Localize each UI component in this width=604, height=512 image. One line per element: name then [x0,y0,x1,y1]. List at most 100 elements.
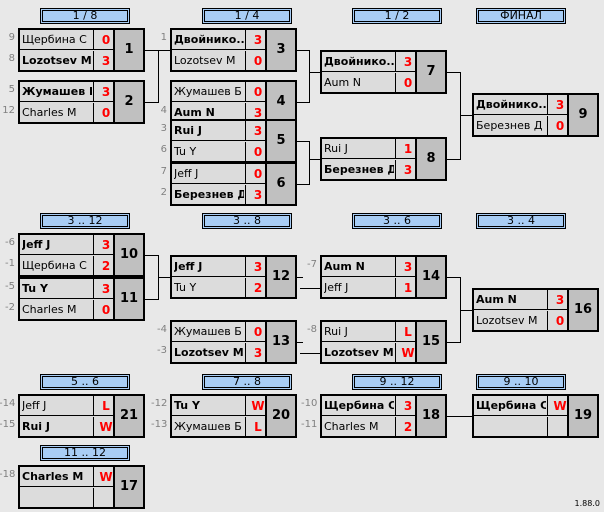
player-name[interactable]: Tu Y [174,278,244,298]
match-15[interactable]: Rui J L Lozotsev M W 15 [320,320,447,364]
match-11[interactable]: Tu Y 3 Charles M 0 11 [18,277,145,321]
player-name[interactable]: Щербина С [476,396,546,416]
match-17[interactable]: Charles M W 17 [18,465,145,509]
player-row[interactable]: Charles M2 [322,417,419,437]
player-row[interactable]: Jeff J1 [322,278,419,298]
match-8[interactable]: Rui J 1 Березнев Д38 [320,137,447,181]
match-6[interactable]: Jeff J 0 Березнев Д36 [170,162,297,206]
match-7[interactable]: Двойнико... 3 Aum N07 [320,50,447,94]
player-name[interactable]: Lozotsev M [324,343,394,363]
player-row[interactable]: Tu Y0 [172,142,269,162]
player-name[interactable]: Rui J [324,139,394,159]
match-1[interactable]: Щербина С 0 Lozotsev M31 [18,28,145,72]
player-row[interactable]: Charles M0 [20,103,117,123]
player-row[interactable]: Щербина С0 [20,30,117,50]
player-row[interactable]: Aum N3 [474,290,571,310]
player-row[interactable]: Жумашев БL [172,417,269,437]
player-row[interactable]: Rui J3 [172,121,269,141]
match-12[interactable]: Jeff J 3 Tu Y 2 12 [170,255,297,299]
match-9[interactable]: Двойнико... 3 Березнев Д09 [472,93,599,137]
player-name[interactable]: Lozotsev M [22,51,92,71]
player-row[interactable]: Lozotsev M3 [172,343,269,363]
match-10[interactable]: Jeff J 3 Щербина С 2 10 [18,233,145,277]
player-name[interactable]: Жумашев Б [174,322,244,342]
player-name[interactable]: Двойнико... [476,95,546,115]
player-name[interactable]: Tu Y [174,396,244,416]
player-row[interactable]: Lozotsev MW [322,343,419,363]
match-13[interactable]: Жумашев Б 0 Lozotsev M 3 13 [170,320,297,364]
match-4[interactable]: Жумашев Б 0 Aum N34 [170,80,297,124]
player-name[interactable]: Charles M [22,467,92,487]
player-row[interactable] [20,488,117,508]
player-name[interactable]: Двойнико... [174,30,244,50]
match-20[interactable]: Tu Y W Жумашев Б L 20 [170,394,297,438]
player-name[interactable]: Aum N [476,290,546,310]
player-row[interactable]: Aum N3 [322,257,419,277]
player-name[interactable]: Щербина С [324,396,394,416]
match-2[interactable]: Жумашев Б 3 Charles M02 [18,80,145,124]
player-name[interactable] [476,417,546,437]
player-row[interactable]: Lozotsev M0 [474,311,571,331]
player-name[interactable]: Jeff J [174,257,244,277]
player-name[interactable]: Березнев Д [476,116,546,136]
match-14[interactable]: Aum N 3 Jeff J 1 14 [320,255,447,299]
player-row[interactable]: Щербина СW [474,396,571,416]
player-row[interactable]: Tu YW [172,396,269,416]
player-row[interactable]: Jeff JL [20,396,117,416]
player-row[interactable]: Lozotsev M0 [172,51,269,71]
player-row[interactable]: Щербина С3 [322,396,419,416]
player-row[interactable] [474,417,571,437]
player-name[interactable]: Jeff J [324,278,394,298]
player-name[interactable]: Жумашев Б [174,417,244,437]
player-name[interactable]: Aum N [324,257,394,277]
player-name[interactable]: Aum N [324,73,394,93]
player-name[interactable]: Березнев Д [324,160,394,180]
player-name[interactable]: Rui J [22,417,92,437]
player-row[interactable]: Tu Y2 [172,278,269,298]
player-row[interactable]: Двойнико... 3 [322,52,419,72]
player-row[interactable]: Березнев Д0 [474,116,571,136]
player-name[interactable]: Tu Y [174,142,244,162]
player-name[interactable]: Березнев Д [174,185,244,205]
player-row[interactable]: Jeff J0 [172,164,269,184]
player-name[interactable]: Jeff J [22,235,92,255]
player-name[interactable]: Charles M [324,417,394,437]
player-row[interactable]: Aum N0 [322,73,419,93]
player-row[interactable]: Jeff J3 [172,257,269,277]
player-row[interactable]: Rui J1 [322,139,419,159]
player-name[interactable]: Жумашев Б [174,82,244,102]
player-row[interactable]: Двойнико... 3 [474,95,571,115]
match-3[interactable]: Двойнико... 3 Lozotsev M03 [170,28,297,72]
player-name[interactable]: Щербина С [22,256,92,276]
player-row[interactable]: Жумашев Б0 [172,82,269,102]
player-name[interactable]: Двойнико... [324,52,394,72]
player-name[interactable]: Jeff J [174,164,244,184]
player-row[interactable]: Charles MW [20,467,117,487]
match-21[interactable]: Jeff J L Rui J W 21 [18,394,145,438]
player-name[interactable]: Tu Y [22,279,92,299]
player-name[interactable]: Rui J [324,322,394,342]
player-row[interactable]: Жумашев Б0 [172,322,269,342]
player-row[interactable]: Rui JW [20,417,117,437]
player-row[interactable]: Березнев Д3 [322,160,419,180]
match-5[interactable]: Rui J 3 Tu Y05 [170,119,297,163]
match-16[interactable]: Aum N 3 Lozotsev M 0 16 [472,288,599,332]
player-name[interactable]: Щербина С [22,30,92,50]
player-name[interactable]: Charles M [22,300,92,320]
player-row[interactable]: Березнев Д3 [172,185,269,205]
player-name[interactable]: Жумашев Б [22,82,92,102]
player-name[interactable]: Lozotsev M [174,51,244,71]
player-name[interactable]: Lozotsev M [476,311,546,331]
match-18[interactable]: Щербина С 3 Charles M 2 18 [320,394,447,438]
player-name[interactable]: Lozotsev M [174,343,244,363]
player-name[interactable] [22,488,92,508]
player-row[interactable]: Жумашев Б3 [20,82,117,102]
player-row[interactable]: Charles M0 [20,300,117,320]
player-name[interactable]: Jeff J [22,396,92,416]
player-name[interactable]: Rui J [174,121,244,141]
player-row[interactable]: Jeff J3 [20,235,117,255]
player-row[interactable]: Tu Y3 [20,279,117,299]
player-row[interactable]: Двойнико... 3 [172,30,269,50]
match-19[interactable]: Щербина С W 19 [472,394,599,438]
player-row[interactable]: Rui JL [322,322,419,342]
